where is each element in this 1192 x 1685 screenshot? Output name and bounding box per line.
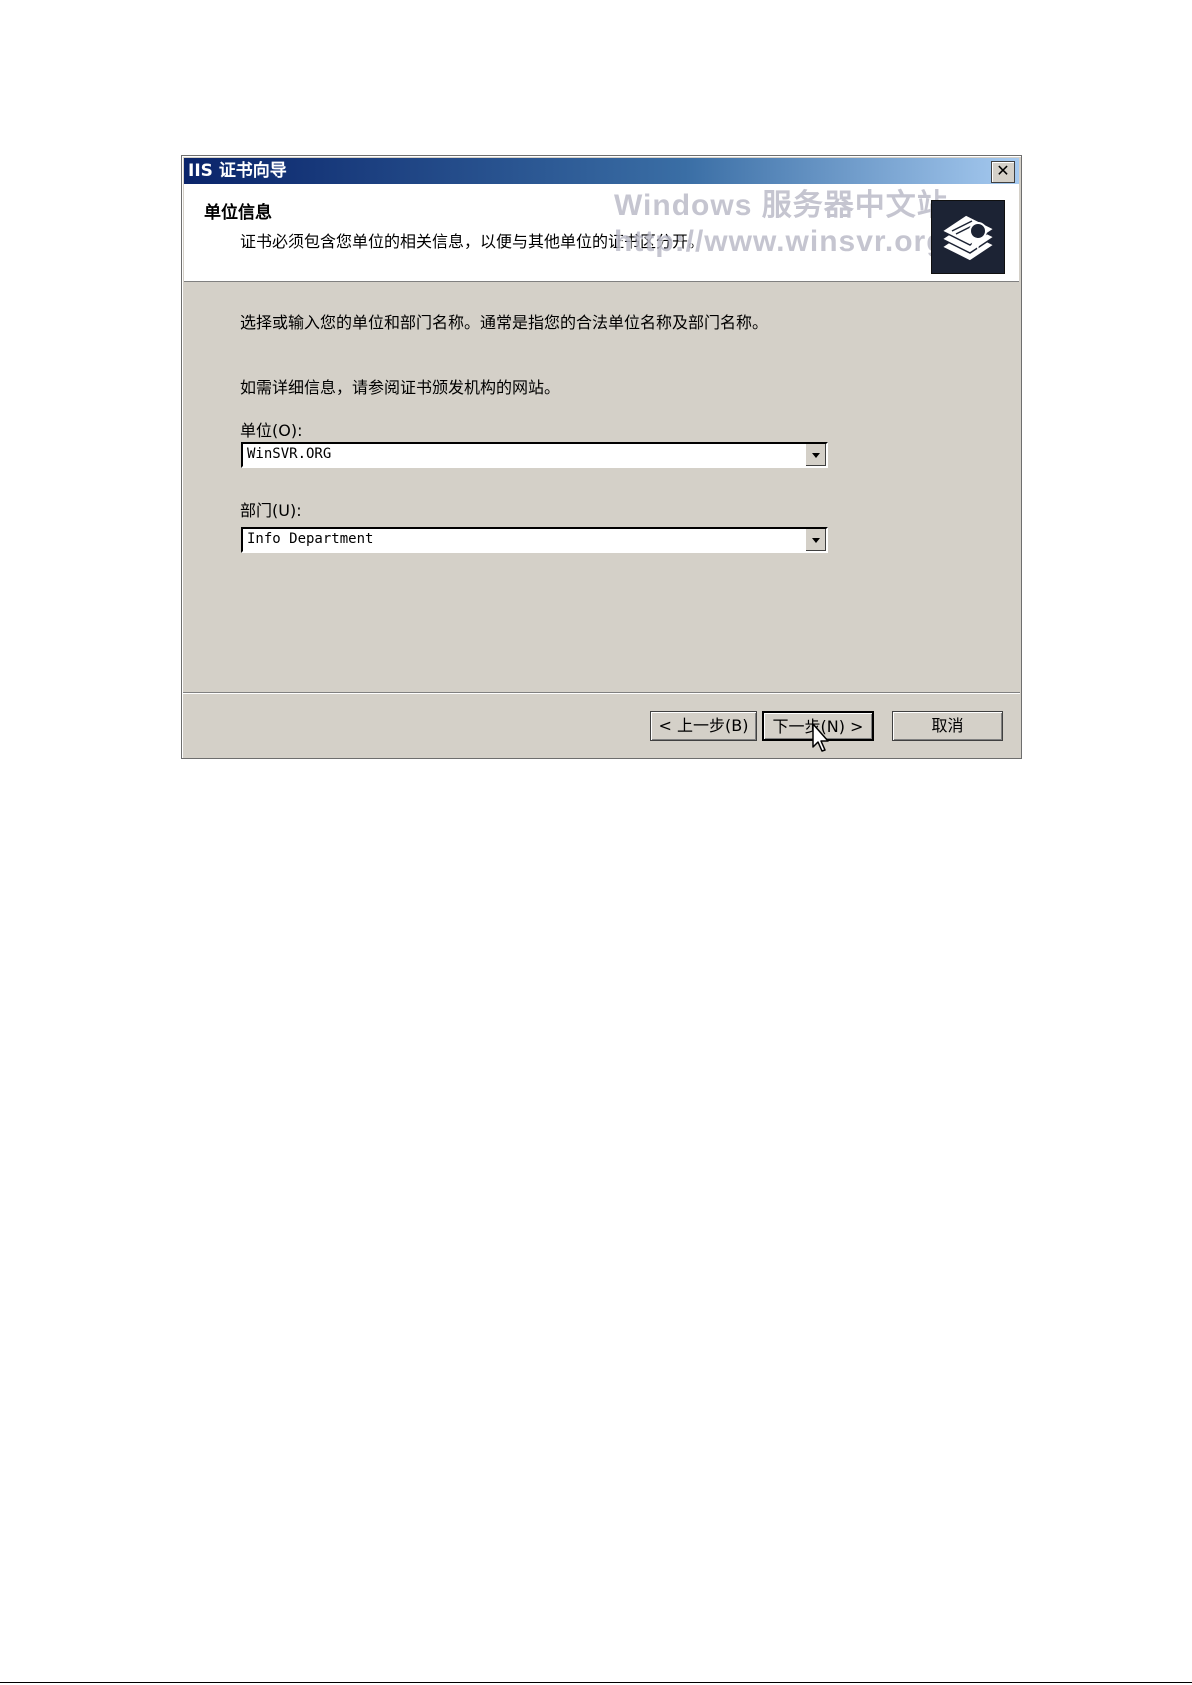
organization-label: 单位(O): [240,421,303,440]
mouse-cursor-icon [812,723,829,752]
back-button[interactable]: < 上一步(B) [650,711,757,741]
page-bottom-rule [0,1682,1192,1683]
organization-combobox[interactable]: WinSVR.ORG [241,442,828,468]
more-info-text: 如需详细信息，请参阅证书颁发机构的网站。 [240,378,561,397]
watermark-line2: http://www.winsvr.org [614,225,946,258]
instruction-text: 选择或输入您的单位和部门名称。通常是指您的合法单位名称及部门名称。 [240,313,769,332]
chevron-down-icon[interactable] [805,529,826,551]
department-label: 部门(U): [240,501,302,520]
department-combobox[interactable]: Info Department [241,527,828,553]
wizard-header-panel: 单位信息 证书必须包含您单位的相关信息，以便与其他单位的证书区分开。 Windo… [184,184,1019,282]
cancel-button[interactable]: 取消 [892,711,1003,741]
title-bar: IIS 证书向导 ✕ [184,158,1019,184]
chevron-down-icon[interactable] [805,444,826,466]
footer-separator [183,692,1020,694]
organization-value[interactable]: WinSVR.ORG [247,446,331,462]
watermark: Windows 服务器中文站 http://www.winsvr.org [614,188,948,260]
watermark-line1: Windows 服务器中文站 [614,189,948,222]
window-title: IIS 证书向导 [188,161,287,181]
close-button[interactable]: ✕ [991,161,1015,183]
certificate-stack-icon [931,200,1005,274]
close-icon: ✕ [996,161,1010,180]
page-title: 单位信息 [204,203,272,223]
department-value[interactable]: Info Department [247,531,373,547]
